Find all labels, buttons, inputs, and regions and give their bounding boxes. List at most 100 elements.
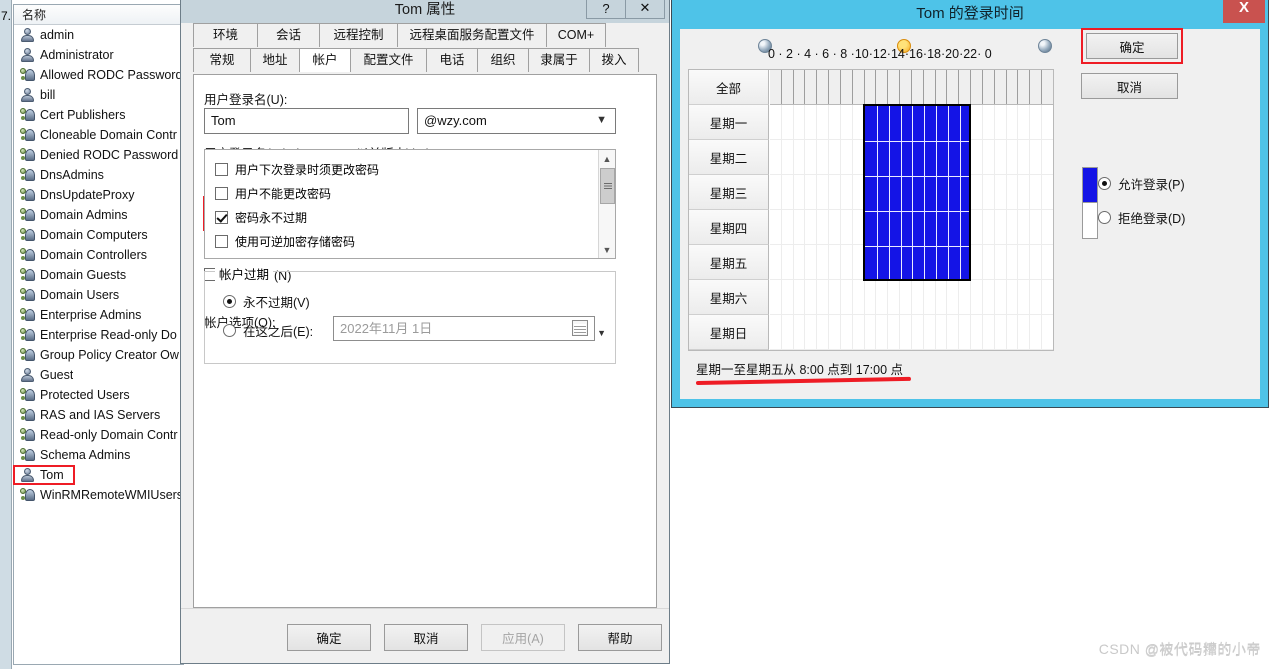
hour-cell[interactable] [865,105,877,139]
hour-cell[interactable] [770,245,782,279]
list-item[interactable]: Domain Computers [14,225,184,245]
hour-cell[interactable] [995,210,1007,244]
day-label-all[interactable]: 全部 [689,70,769,105]
all-row-hour-cell[interactable] [900,70,912,104]
hour-cell[interactable] [865,140,877,174]
help-icon[interactable]: ? [586,0,626,19]
day-row-5[interactable] [770,245,1053,280]
hour-cell[interactable] [805,105,818,139]
all-row-hour-cell[interactable] [924,70,936,104]
all-row-hour-cell[interactable] [947,70,960,104]
hour-cell[interactable] [888,105,901,139]
hour-cell[interactable] [829,280,841,314]
hour-cell[interactable] [817,105,830,139]
day-row-3[interactable] [770,175,1053,210]
hour-cell[interactable] [1007,105,1019,139]
hour-cell[interactable] [1042,280,1053,314]
day-label-4[interactable]: 星期四 [689,210,769,245]
hour-cell[interactable] [983,210,995,244]
hour-cell[interactable] [888,280,901,314]
hour-cell[interactable] [959,105,972,139]
hour-cell[interactable] [947,140,960,174]
hour-cell[interactable] [1018,280,1031,314]
hour-cell[interactable] [841,105,853,139]
hour-cell[interactable] [1030,105,1043,139]
tab-常规[interactable]: 常规 [193,48,251,72]
day-row-4[interactable] [770,210,1053,245]
list-item[interactable]: Domain Controllers [14,245,184,265]
hour-cell[interactable] [829,105,841,139]
hour-cell[interactable] [924,245,936,279]
hour-cell[interactable] [817,245,830,279]
hour-cell[interactable] [971,140,983,174]
list-item[interactable]: Domain Admins [14,205,184,225]
hour-cell[interactable] [888,315,901,349]
all-row-hour-cell[interactable] [1018,70,1031,104]
all-row-hour-cell[interactable] [959,70,972,104]
logon-hours-cancel-button[interactable]: 取消 [1081,73,1178,99]
hour-cell[interactable] [794,210,806,244]
hour-cell[interactable] [1007,280,1019,314]
hour-cell[interactable] [947,210,960,244]
hour-cell[interactable] [805,315,818,349]
list-item[interactable]: Enterprise Admins [14,305,184,325]
tab-COM+[interactable]: COM+ [546,23,606,47]
hour-cell[interactable] [770,175,782,209]
hour-cell[interactable] [900,280,912,314]
hour-cell[interactable] [995,315,1007,349]
hour-cell[interactable] [971,245,983,279]
hour-cell[interactable] [782,105,794,139]
users-list[interactable]: 名称 admin Administrator Allowed RODC Passwo… [13,4,184,665]
hour-cell[interactable] [995,175,1007,209]
hour-cell[interactable] [853,315,865,349]
users-list-body[interactable]: admin Administrator Allowed RODC Password b… [14,25,184,505]
hour-cell[interactable] [1007,140,1019,174]
hour-cell[interactable] [770,210,782,244]
all-row-hour-cell[interactable] [1042,70,1053,104]
tab-组织[interactable]: 组织 [477,48,529,72]
list-item[interactable]: Cert Publishers [14,105,184,125]
list-item[interactable]: Administrator [14,45,184,65]
hour-cell[interactable] [912,210,924,244]
dialog-button-0[interactable]: 确定 [287,624,371,651]
hour-cell[interactable] [876,315,889,349]
hour-cell[interactable] [1030,175,1043,209]
hour-cell[interactable] [1042,210,1053,244]
list-item[interactable]: Protected Users [14,385,184,405]
hour-cell[interactable] [936,105,948,139]
hour-cell[interactable] [865,315,877,349]
list-item[interactable]: Group Policy Creator Ow [14,345,184,365]
day-label-5[interactable]: 星期五 [689,245,769,280]
hour-cell[interactable] [876,280,889,314]
hour-cell[interactable] [1030,280,1043,314]
hour-cell[interactable] [794,105,806,139]
hour-cell[interactable] [936,140,948,174]
hour-cell[interactable] [853,105,865,139]
hour-cell[interactable] [959,210,972,244]
hour-cell[interactable] [1018,140,1031,174]
all-row-hour-cell[interactable] [995,70,1007,104]
hour-cell[interactable] [900,210,912,244]
hour-cell[interactable] [888,210,901,244]
list-item[interactable]: Enterprise Read-only Do [14,325,184,345]
hour-cell[interactable] [1018,245,1031,279]
list-item[interactable]: Tom [14,465,184,485]
hour-cell[interactable] [817,315,830,349]
hour-cell[interactable] [983,140,995,174]
all-row-hour-cell[interactable] [912,70,924,104]
hour-cell[interactable] [959,175,972,209]
hour-cell[interactable] [876,245,889,279]
all-row-hour-cell[interactable] [853,70,865,104]
hour-cell[interactable] [971,105,983,139]
expire-never-radio[interactable]: 永不过期(V) [223,292,310,311]
list-item[interactable]: WinRMRemoteWMIUsers [14,485,184,505]
list-item[interactable]: admin [14,25,184,45]
list-item[interactable]: Denied RODC Password [14,145,184,165]
list-item[interactable]: Allowed RODC Password [14,65,184,85]
hour-cell[interactable] [853,210,865,244]
hour-cell[interactable] [770,280,782,314]
deny-logon-radio[interactable]: 拒绝登录(D) [1098,208,1185,227]
tab-row-top[interactable]: 环境 会话 远程控制 远程桌面服务配置文件 COM+ [181,23,669,47]
hour-cell[interactable] [995,140,1007,174]
expiry-date-input[interactable]: 2022年11月 1日 ▼ [333,316,606,341]
